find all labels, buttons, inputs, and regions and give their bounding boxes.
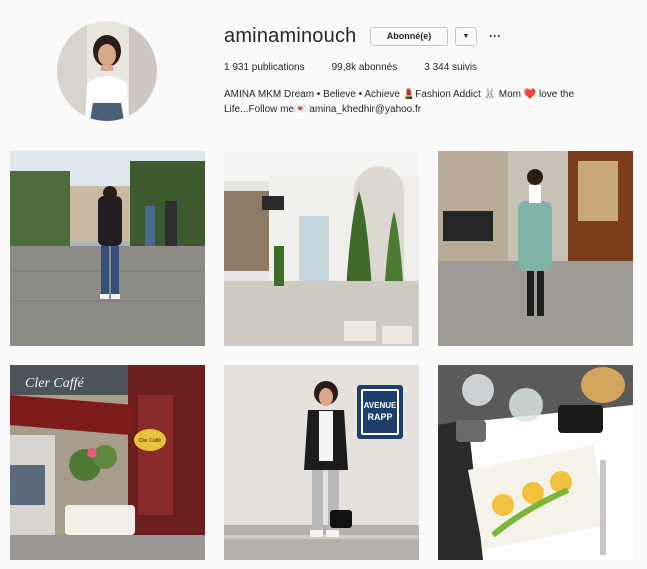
- cafe-sign-small: Cler Caffè: [139, 438, 162, 444]
- profile-stats: 1 931 publications 99,8k abonnés 3 344 s…: [224, 60, 634, 74]
- ellipsis-icon[interactable]: ···: [489, 30, 501, 42]
- cafe-sign-text: Cler Caffé: [25, 376, 85, 391]
- post-image: AVENUE RAPP: [224, 365, 419, 560]
- post-image: Cler Caffè Cler Caffé: [10, 365, 205, 560]
- username: aminaminouch: [224, 24, 357, 47]
- profile-info: aminaminouch Abonné(e) ▼ ··· 1 931 publi…: [224, 24, 634, 117]
- bio-line-1: Dream • Believe • Achieve 💄Fashion Addic…: [281, 89, 575, 100]
- post-tile[interactable]: [438, 151, 633, 346]
- full-name: AMINA MKM: [224, 89, 282, 100]
- username-row: aminaminouch Abonné(e) ▼ ···: [224, 24, 634, 48]
- posts-count: 1 931 publications: [224, 61, 305, 73]
- bio-line-2: Life...Follow me💌 amina_khedhir@yahoo.fr: [224, 104, 422, 115]
- post-tile[interactable]: [10, 151, 205, 346]
- profile-header: aminaminouch Abonné(e) ▼ ··· 1 931 publi…: [0, 0, 647, 150]
- street-sign-line-1: AVENUE: [364, 401, 397, 410]
- post-image: [438, 365, 633, 560]
- post-image: [10, 151, 205, 346]
- street-sign-line-2: RAPP: [367, 412, 392, 422]
- chevron-down-icon: ▼: [462, 32, 470, 40]
- post-image: [224, 151, 419, 346]
- post-tile[interactable]: AVENUE RAPP: [224, 365, 419, 560]
- following-count[interactable]: 3 344 suivis: [424, 62, 477, 73]
- avatar[interactable]: [57, 21, 157, 121]
- bio: AMINA MKM Dream • Believe • Achieve 💄Fas…: [224, 87, 614, 117]
- post-tile[interactable]: [438, 365, 633, 560]
- post-tile[interactable]: Cler Caffè Cler Caffé: [10, 365, 205, 560]
- followers-count[interactable]: 99,8k abonnés: [332, 62, 398, 73]
- following-button[interactable]: Abonné(e): [370, 26, 448, 46]
- post-image: [438, 151, 633, 346]
- dropdown-button[interactable]: ▼: [455, 26, 477, 46]
- post-tile[interactable]: [224, 151, 419, 346]
- avatar-image: [57, 21, 157, 121]
